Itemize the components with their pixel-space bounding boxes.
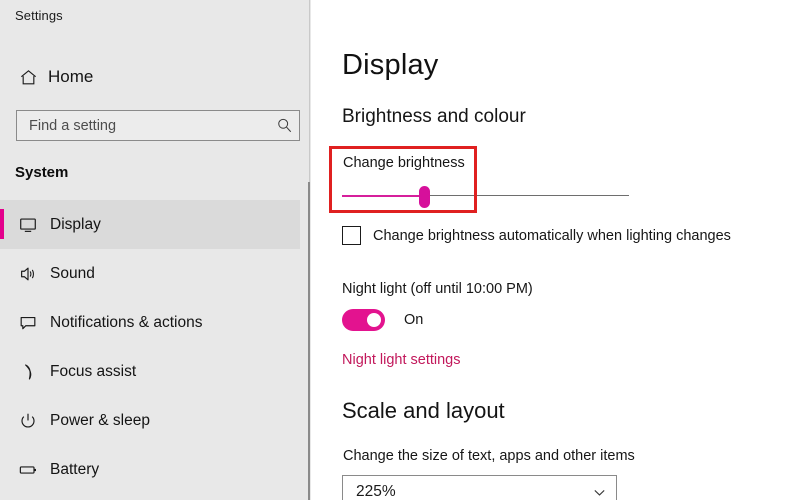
power-icon bbox=[12, 411, 44, 431]
sidebar-item-notifications-label: Notifications & actions bbox=[50, 313, 203, 331]
night-light-title: Night light (off until 10:00 PM) bbox=[342, 281, 533, 297]
sidebar-item-power-sleep-label: Power & sleep bbox=[50, 411, 150, 429]
home-icon bbox=[12, 68, 44, 87]
sidebar-section-system: System bbox=[15, 164, 69, 181]
sidebar-item-battery-label: Battery bbox=[50, 460, 100, 478]
scale-dropdown-value: 225% bbox=[356, 483, 396, 500]
page-title: Display bbox=[342, 49, 439, 81]
change-brightness-label: Change brightness bbox=[343, 155, 465, 171]
sidebar-item-power-sleep[interactable]: Power & sleep bbox=[0, 396, 300, 445]
sidebar-item-display-label: Display bbox=[50, 215, 101, 233]
night-light-toggle-row[interactable]: On bbox=[342, 309, 423, 331]
toggle-knob bbox=[367, 313, 381, 327]
search-icon[interactable] bbox=[269, 117, 299, 134]
scale-section-heading: Scale and layout bbox=[342, 398, 505, 423]
sidebar-scrollbar-thumb[interactable] bbox=[308, 182, 310, 500]
night-light-toggle-state: On bbox=[404, 312, 424, 328]
sidebar-item-sound-label: Sound bbox=[50, 264, 95, 282]
selection-accent-bar bbox=[0, 209, 4, 239]
auto-brightness-checkbox[interactable] bbox=[342, 226, 361, 245]
main-content: Display Brightness and colour Change bri… bbox=[311, 0, 800, 500]
sidebar-item-notifications[interactable]: Notifications & actions bbox=[0, 298, 300, 347]
slider-track-filled bbox=[342, 195, 424, 197]
battery-icon bbox=[12, 460, 44, 480]
sidebar-nav-list: Display Sound Notifications & actions Fo… bbox=[0, 200, 300, 494]
sidebar-item-focus-assist-label: Focus assist bbox=[50, 362, 137, 380]
night-light-toggle[interactable] bbox=[342, 309, 385, 331]
search-input[interactable] bbox=[17, 111, 269, 140]
sidebar-item-sound[interactable]: Sound bbox=[0, 249, 300, 298]
sidebar-item-display[interactable]: Display bbox=[0, 200, 300, 249]
app-title: Settings bbox=[15, 8, 63, 23]
sidebar-item-home-label: Home bbox=[48, 67, 94, 86]
monitor-icon bbox=[12, 215, 44, 235]
night-light-settings-link[interactable]: Night light settings bbox=[342, 352, 460, 368]
chevron-down-icon[interactable] bbox=[582, 485, 616, 500]
slider-track-remaining bbox=[424, 195, 629, 196]
slider-thumb[interactable] bbox=[419, 186, 430, 208]
speaker-icon bbox=[12, 264, 44, 284]
settings-window: Settings Home System bbox=[0, 0, 800, 500]
sidebar: Settings Home System bbox=[0, 0, 311, 500]
brightness-slider[interactable] bbox=[342, 186, 629, 208]
sidebar-item-home[interactable]: Home bbox=[0, 62, 300, 92]
auto-brightness-label: Change brightness automatically when lig… bbox=[373, 227, 731, 244]
chat-bubble-icon bbox=[12, 313, 44, 333]
sidebar-item-battery[interactable]: Battery bbox=[0, 445, 300, 494]
scale-dropdown[interactable]: 225% bbox=[342, 475, 617, 500]
sidebar-item-focus-assist[interactable]: Focus assist bbox=[0, 347, 300, 396]
moon-icon bbox=[12, 362, 44, 382]
scale-size-label: Change the size of text, apps and other … bbox=[343, 448, 635, 464]
search-box[interactable] bbox=[16, 110, 300, 141]
auto-brightness-row[interactable]: Change brightness automatically when lig… bbox=[342, 226, 731, 245]
brightness-section-heading: Brightness and colour bbox=[342, 106, 526, 127]
